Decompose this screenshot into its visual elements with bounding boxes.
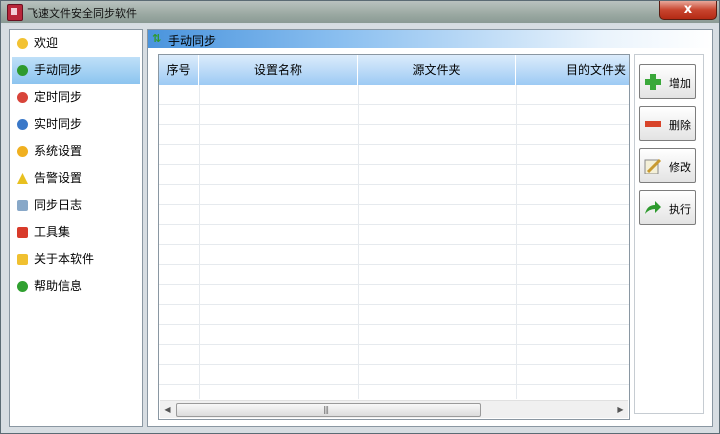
sidebar-item-realtime-sync[interactable]: 实时同步 xyxy=(10,111,142,138)
column-header-source-folder[interactable]: 源文件夹 xyxy=(358,55,516,85)
column-divider xyxy=(199,85,200,399)
window-title: 飞速文件安全同步软件 xyxy=(27,7,137,20)
folder-info-icon xyxy=(17,254,28,265)
column-divider xyxy=(516,85,517,399)
sidebar-item-label: 帮助信息 xyxy=(34,279,83,293)
main-panel: ⇅ 手动同步 序号 设置名称 源文件夹 目的文件夹 ◀ ||| ▶ 增加 删除 … xyxy=(147,29,713,427)
help-icon xyxy=(17,281,28,292)
remove-icon xyxy=(645,121,661,127)
sync-arrows-icon: ⇅ xyxy=(152,32,162,45)
sidebar-item-alert-settings[interactable]: 告警设置 xyxy=(10,165,142,192)
sync-arrows-icon xyxy=(17,65,28,76)
sidebar-item-welcome[interactable]: 欢迎 xyxy=(10,30,142,57)
toolbox-icon xyxy=(17,227,28,238)
sidebar-item-system-settings[interactable]: 系统设置 xyxy=(10,138,142,165)
app-window: 飞速文件安全同步软件 x 欢迎 手动同步 定时同步 实时同步 系统设置 告警设置 xyxy=(0,0,720,434)
add-button[interactable]: 增加 xyxy=(639,64,696,99)
sidebar-item-manual-sync[interactable]: 手动同步 xyxy=(12,57,140,84)
column-divider xyxy=(358,85,359,399)
app-logo-icon xyxy=(7,4,23,21)
sidebar-item-label: 同步日志 xyxy=(34,198,83,212)
sidebar-item-label: 定时同步 xyxy=(34,90,83,104)
column-header-setting-name[interactable]: 设置名称 xyxy=(199,55,358,85)
edit-icon xyxy=(644,158,662,174)
delete-button[interactable]: 删除 xyxy=(639,106,696,141)
edit-button[interactable]: 修改 xyxy=(639,148,696,183)
sidebar-item-sync-log[interactable]: 同步日志 xyxy=(10,192,142,219)
sidebar-item-label: 欢迎 xyxy=(34,36,59,50)
execute-button-label: 执行 xyxy=(669,203,691,216)
log-icon xyxy=(17,200,28,211)
realtime-icon xyxy=(17,119,28,130)
execute-button[interactable]: 执行 xyxy=(639,190,696,225)
sidebar-item-toolbox[interactable]: 工具集 xyxy=(10,219,142,246)
column-header-target-folder[interactable]: 目的文件夹 xyxy=(516,55,629,85)
title-bar[interactable]: 飞速文件安全同步软件 x xyxy=(1,1,719,23)
section-title: 手动同步 xyxy=(168,34,217,48)
horizontal-scrollbar[interactable]: ◀ ||| ▶ xyxy=(160,400,628,418)
edit-button-label: 修改 xyxy=(669,161,691,174)
execute-arrow-icon xyxy=(645,201,661,214)
sidebar-item-label: 关于本软件 xyxy=(34,252,95,266)
table-header: 序号 设置名称 源文件夹 目的文件夹 xyxy=(159,55,629,85)
gear-icon xyxy=(17,146,28,157)
sidebar-item-label: 实时同步 xyxy=(34,117,83,131)
sidebar-item-label: 系统设置 xyxy=(34,144,83,158)
sidebar-nav: 欢迎 手动同步 定时同步 实时同步 系统设置 告警设置 同步日志 工具集 关于本… xyxy=(9,29,143,427)
section-header: ⇅ 手动同步 xyxy=(148,30,712,48)
sync-task-table: 序号 设置名称 源文件夹 目的文件夹 ◀ ||| ▶ xyxy=(158,54,630,420)
scrollbar-thumb[interactable]: ||| xyxy=(176,403,481,417)
scroll-right-arrow-icon[interactable]: ▶ xyxy=(613,401,628,418)
scroll-left-arrow-icon[interactable]: ◀ xyxy=(160,401,175,418)
warning-icon xyxy=(17,173,28,184)
close-button[interactable]: x xyxy=(659,1,717,20)
delete-button-label: 删除 xyxy=(669,119,691,132)
smiley-icon xyxy=(17,38,28,49)
sidebar-item-label: 工具集 xyxy=(34,225,71,239)
sidebar-item-label: 手动同步 xyxy=(34,63,83,77)
sidebar-item-help[interactable]: 帮助信息 xyxy=(10,273,142,300)
add-icon xyxy=(645,74,661,90)
add-button-label: 增加 xyxy=(669,77,691,90)
action-button-panel: 增加 删除 修改 执行 xyxy=(634,54,704,414)
sidebar-item-label: 告警设置 xyxy=(34,171,83,185)
table-body[interactable] xyxy=(159,85,629,399)
column-header-index[interactable]: 序号 xyxy=(159,55,199,85)
sidebar-item-scheduled-sync[interactable]: 定时同步 xyxy=(10,84,142,111)
clock-icon xyxy=(17,92,28,103)
sidebar-item-about[interactable]: 关于本软件 xyxy=(10,246,142,273)
scrollbar-grip: ||| xyxy=(323,405,329,414)
